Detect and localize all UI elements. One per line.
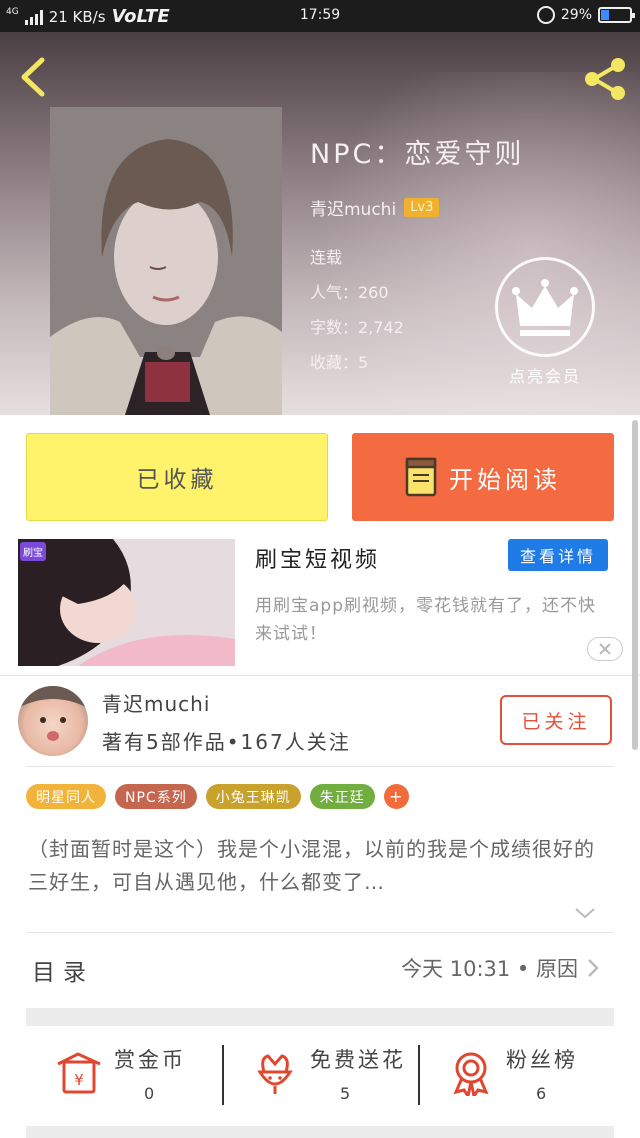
synopsis: （封面暂时是这个）我是个小混混，以前的我是个成绩很好的三好生，可自从遇见他，什么… <box>28 837 595 894</box>
status-right: 29% <box>536 6 635 24</box>
ad-details-button[interactable]: 查看详情 <box>508 539 608 571</box>
author-row: 青迟muchi Lv3 <box>310 195 524 220</box>
follow-label: 已关注 <box>521 710 591 733</box>
battery-percent: 29% <box>560 7 592 23</box>
ad-details-label: 查看详情 <box>519 547 596 566</box>
favorites-count: 收藏：5 <box>310 353 369 372</box>
level-badge: Lv3 <box>404 198 440 217</box>
expand-button[interactable] <box>573 904 597 922</box>
bottom-actions: ¥ 赏金币 0 免费送花 5 粉丝榜 6 <box>26 1040 614 1110</box>
book-meta: 连载 人气：260 字数：2,742 收藏：5 <box>310 240 524 380</box>
red-envelope-icon: ¥ <box>57 1052 101 1094</box>
close-icon <box>599 643 611 655</box>
fan-ranking-label: 粉丝榜 <box>506 1048 578 1072</box>
book-title: NPC：恋爱守则 <box>310 139 525 170</box>
ad-badge: 刷宝 <box>20 542 46 561</box>
section-separator <box>26 1008 614 1026</box>
tag-chip[interactable]: 明星同人 <box>26 784 106 809</box>
ribbon-badge-icon <box>453 1052 489 1096</box>
serial-status: 连载 <box>310 248 343 267</box>
author-name[interactable]: 青迟muchi <box>102 688 210 717</box>
ad-title[interactable]: 刷宝短视频 <box>255 542 380 574</box>
author-link[interactable]: 青迟muchi <box>310 195 396 220</box>
follow-button[interactable]: 已关注 <box>500 695 612 745</box>
svg-text:¥: ¥ <box>74 1071 84 1089</box>
toc-latest-chapter[interactable]: 今天 10:31 • 原因 <box>401 953 600 983</box>
back-arrow-icon <box>21 57 45 97</box>
book-info: NPC：恋爱守则 青迟muchi Lv3 连载 人气：260 字数：2,742 … <box>310 132 524 380</box>
add-tag-button[interactable]: + <box>383 784 409 809</box>
tag-chip[interactable]: 朱正廷 <box>309 784 375 809</box>
popularity: 人气：260 <box>310 283 389 302</box>
divider <box>0 675 640 676</box>
fan-ranking-count: 6 <box>536 1084 547 1103</box>
send-flower-label: 免费送花 <box>310 1048 406 1072</box>
toc-label[interactable]: 目录 <box>32 953 94 987</box>
author-avatar[interactable] <box>18 686 88 756</box>
bottom-separator <box>26 1126 614 1138</box>
tag-list: 明星同人 NPC系列 小兔王琳凯 朱正廷 + <box>26 784 409 809</box>
send-flower-button[interactable]: 免费送花 5 <box>222 1040 418 1110</box>
battery-fill <box>601 10 609 20</box>
back-button[interactable] <box>14 54 54 100</box>
ad-close-button[interactable] <box>587 637 623 661</box>
status-bar: 4G 21 KB/s VoLTE 17:59 29% <box>0 0 640 32</box>
chevron-right-icon <box>588 959 599 977</box>
flower-count: 5 <box>340 1084 351 1103</box>
book-icon <box>405 457 437 497</box>
chevron-down-icon <box>575 908 595 919</box>
collected-label: 已收藏 <box>136 467 218 493</box>
cover-portrait <box>50 107 282 415</box>
ad-description: 用刷宝app刷视频，零花钱就有了，还不快来试试！ <box>255 596 596 644</box>
book-header: NPC：恋爱守则 青迟muchi Lv3 连载 人气：260 字数：2,742 … <box>0 32 640 415</box>
divider <box>26 766 614 767</box>
flower-icon <box>257 1054 293 1094</box>
latest-update: 今天 10:31 • 原因 <box>401 957 578 981</box>
reward-coins-label: 赏金币 <box>114 1048 186 1072</box>
rotation-lock-icon <box>536 6 555 24</box>
reward-coins-count: 0 <box>144 1084 155 1103</box>
crown-icon <box>495 257 595 357</box>
tag-chip[interactable]: 小兔王琳凯 <box>205 784 301 809</box>
ad-photo <box>18 539 235 666</box>
share-icon <box>585 58 625 100</box>
battery-icon <box>598 7 635 23</box>
collected-button[interactable]: 已收藏 <box>26 433 328 521</box>
tag-chip[interactable]: NPC系列 <box>115 784 197 809</box>
divider <box>26 932 614 933</box>
vip-button[interactable]: 点亮会员 <box>494 257 596 387</box>
share-button[interactable] <box>580 54 630 104</box>
start-reading-label: 开始阅读 <box>449 465 561 494</box>
fan-ranking-button[interactable]: 粉丝榜 6 <box>418 1040 614 1110</box>
ad-image[interactable]: 刷宝 <box>18 539 235 666</box>
vip-label: 点亮会员 <box>508 367 581 386</box>
avatar-image <box>18 686 88 741</box>
crown-graphic <box>512 279 578 336</box>
scrollbar[interactable] <box>632 420 638 750</box>
start-reading-button[interactable]: 开始阅读 <box>352 433 614 521</box>
reward-coins-button[interactable]: ¥ 赏金币 0 <box>26 1040 222 1110</box>
book-cover-image[interactable] <box>50 107 282 415</box>
word-count: 字数：2,742 <box>310 318 404 337</box>
author-stats: 著有5部作品•167人关注 <box>102 730 351 754</box>
